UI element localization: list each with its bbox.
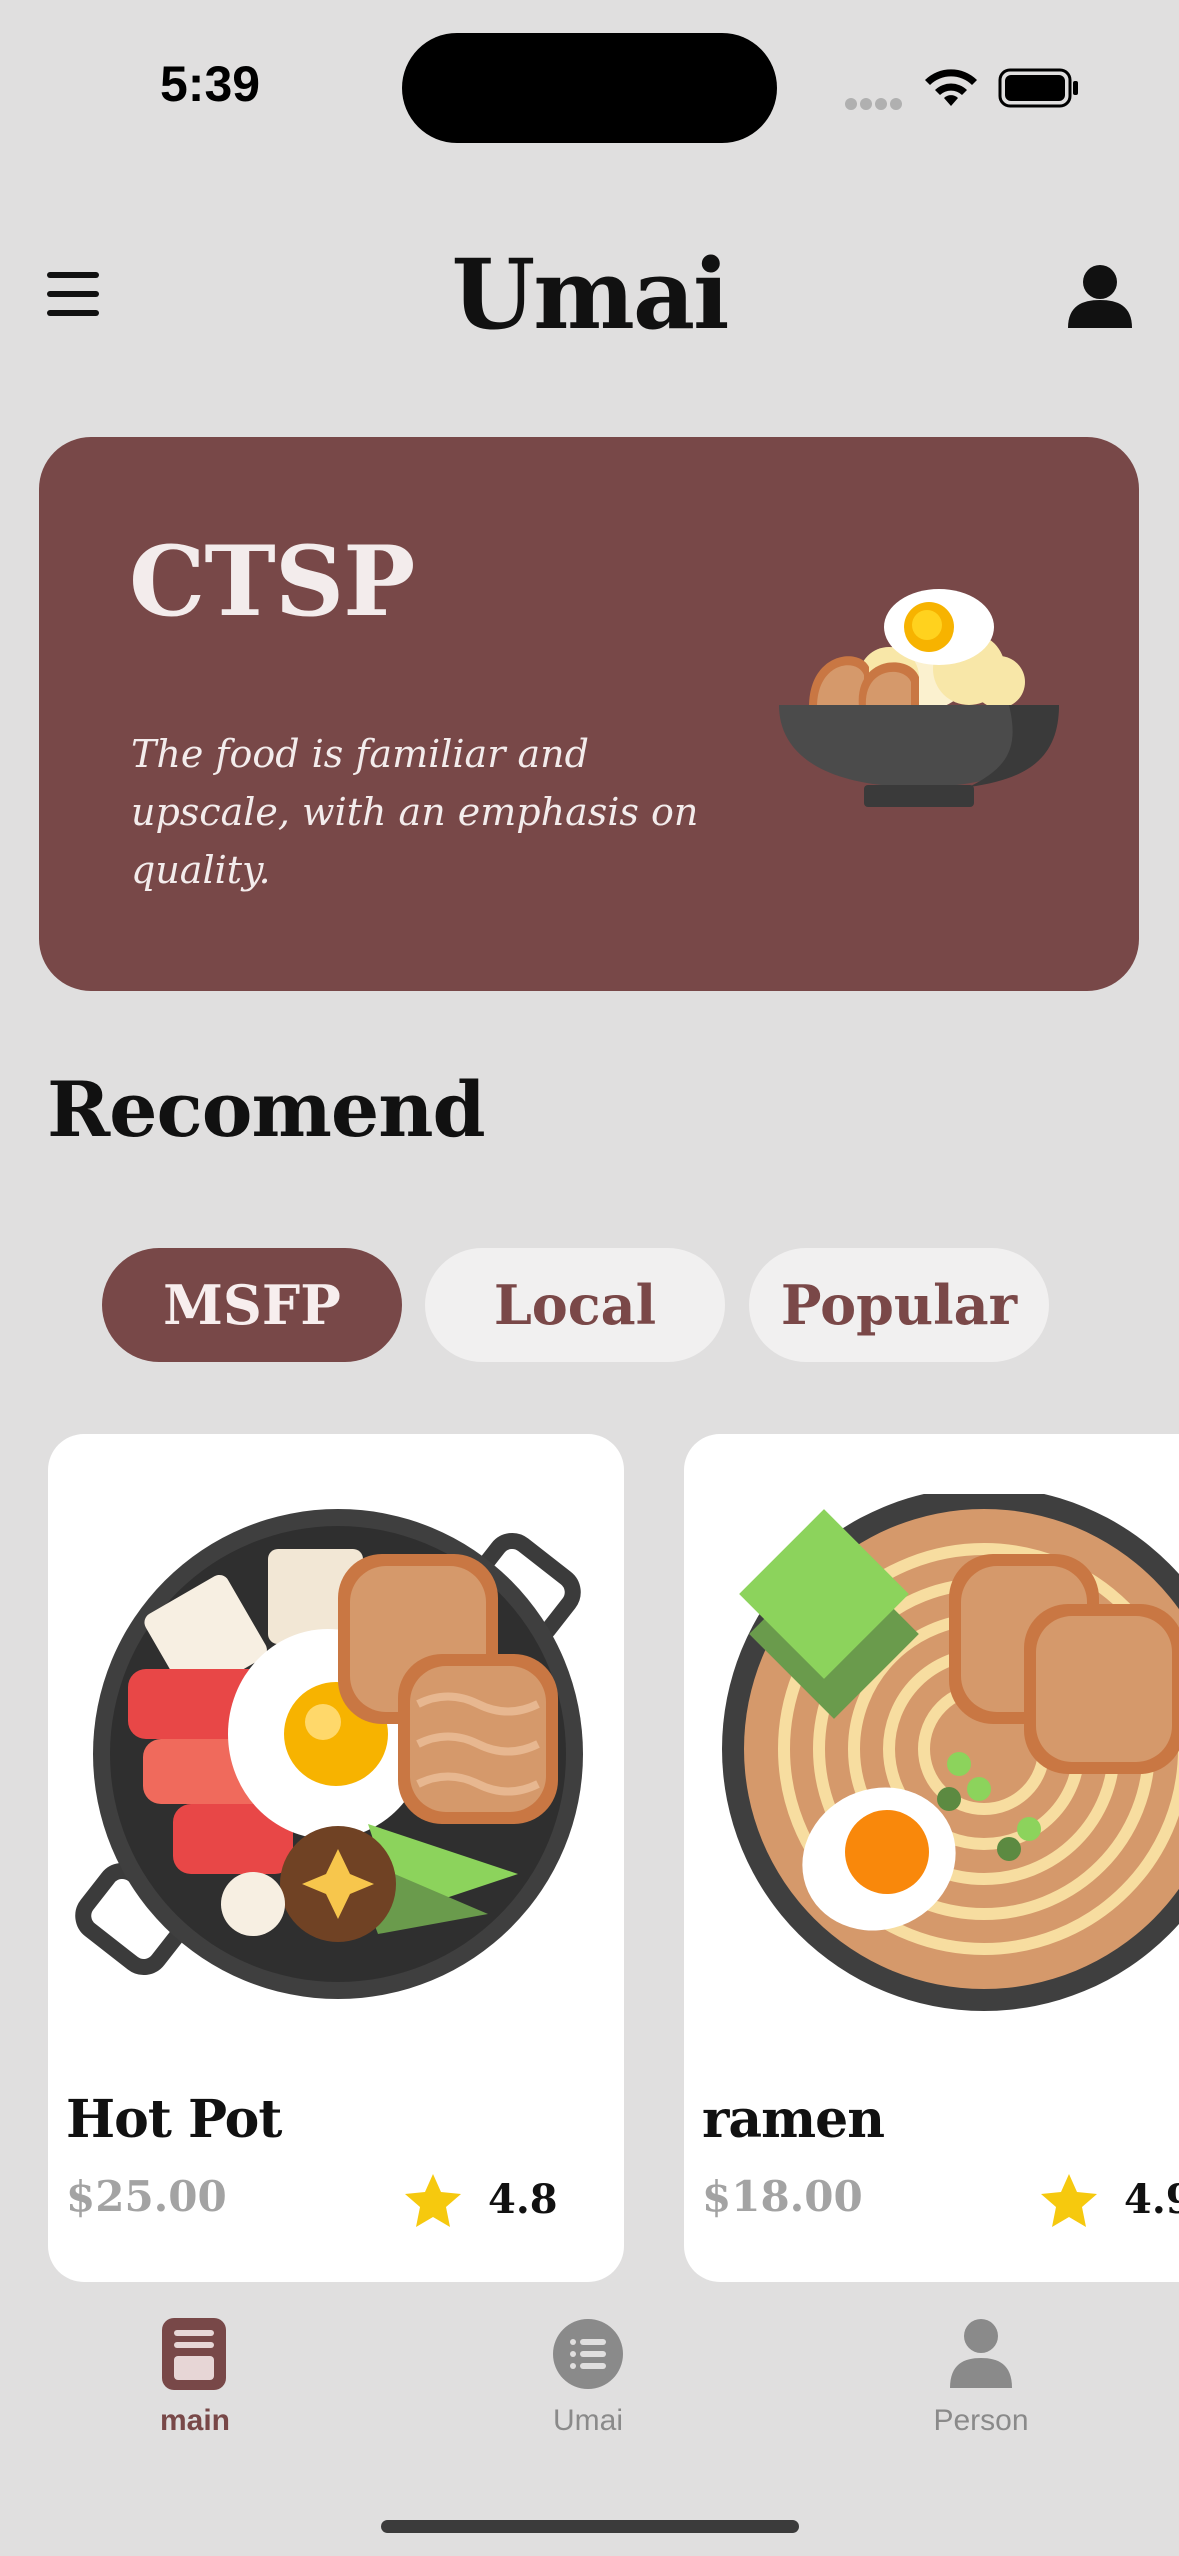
chip-msfp[interactable]: MSFP [102, 1248, 402, 1362]
tab-label: Person [933, 2404, 1029, 2437]
chip-popular[interactable]: Popular [749, 1248, 1049, 1362]
tab-umai[interactable]: Umai [488, 2316, 688, 2438]
home-indicator [381, 2520, 799, 2533]
food-card-ramen[interactable]: ramen $18.00 4.9 [684, 1434, 1179, 2282]
promo-banner[interactable]: CTSP The food is familiar and upscale, w… [39, 437, 1139, 991]
hot-pot-image [75, 1509, 583, 1999]
rice-bowl-icon [779, 589, 1059, 807]
card-name: Hot Pot [66, 2089, 282, 2150]
chip-local[interactable]: Local [425, 1248, 725, 1362]
wifi-icon [925, 69, 977, 106]
list-icon [553, 2319, 623, 2389]
app-title: Umai [451, 238, 730, 351]
banner-title: CTSP [129, 525, 415, 638]
dynamic-island [402, 33, 777, 143]
status-time: 5:39 [160, 56, 261, 112]
card-rating: 4.8 [488, 2176, 558, 2223]
book-icon [162, 2318, 226, 2390]
tab-person[interactable]: Person [881, 2316, 1081, 2438]
battery-icon [998, 68, 1078, 108]
food-card-hot-pot[interactable]: Hot Pot $25.00 4.8 [48, 1434, 624, 2282]
star-icon [405, 2174, 461, 2227]
person-icon [950, 2319, 1012, 2388]
card-price: $18.00 [702, 2172, 863, 2221]
tab-label: main [159, 2404, 231, 2437]
section-title-recommend: Recomend [47, 1065, 486, 1154]
ramen-image [722, 1494, 1179, 2011]
star-icon [1041, 2174, 1097, 2227]
card-name: ramen [702, 2089, 885, 2150]
card-price: $25.00 [66, 2172, 227, 2221]
tab-label: Umai [552, 2404, 623, 2437]
profile-icon[interactable] [1066, 262, 1134, 330]
banner-description: The food is familiar and upscale, with a… [131, 732, 699, 892]
cellular-signal-icon [845, 95, 905, 110]
card-rating: 4.9 [1124, 2176, 1179, 2223]
tab-main[interactable]: main [95, 2316, 295, 2438]
